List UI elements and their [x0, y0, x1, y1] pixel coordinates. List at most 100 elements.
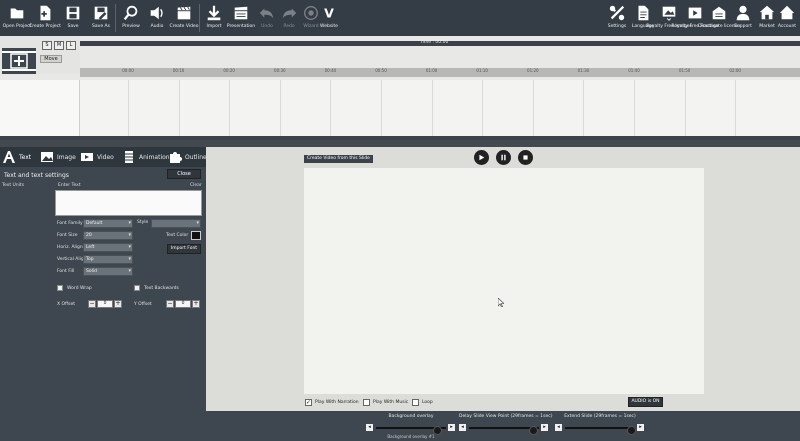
open-project-button[interactable]: Open Project	[2, 2, 32, 34]
horiz-align-label: Horiz. Align	[57, 245, 83, 250]
track-grid-line	[431, 80, 433, 136]
audio-toggle-button[interactable]: AUDIO is ON	[628, 397, 663, 407]
move-button[interactable]: Move	[40, 55, 62, 63]
y-offset-input[interactable]: 0	[175, 300, 191, 308]
horiz-align-select[interactable]: Left	[83, 243, 133, 252]
zoom-large-button[interactable]: L	[66, 41, 76, 50]
text-input[interactable]	[55, 190, 202, 216]
download-icon	[207, 5, 221, 21]
x-offset-decrement[interactable]: −	[88, 300, 96, 308]
main-toolbar: Open Project Create Project Save Save As…	[0, 0, 800, 36]
slider-right-arrow-icon[interactable]: ▸	[448, 424, 455, 431]
audio-button[interactable]: Audio	[142, 2, 172, 34]
import-button[interactable]: Import	[199, 2, 229, 34]
clapper-icon	[177, 6, 191, 20]
play-button[interactable]	[474, 150, 489, 165]
slider-left-arrow-icon[interactable]: ◂	[555, 424, 562, 431]
save-as-icon	[94, 6, 108, 20]
tools-icon	[609, 5, 625, 21]
close-button[interactable]: Close	[167, 169, 201, 179]
timeline-time-readout: Time : 00:00	[420, 40, 449, 45]
background-overlay-title: Background overlay	[388, 414, 434, 419]
timeline-ruler[interactable]: 00:00 00:10 00:20 00:30 00:40 00:50 01:00 01:10…	[80, 68, 800, 77]
background-overlay-slider[interactable]: ◂ ▸	[366, 424, 456, 435]
slider-thumb[interactable]	[529, 426, 538, 435]
play-with-music-checkbox[interactable]	[363, 399, 370, 406]
create-video-button[interactable]: Create Video	[169, 2, 199, 34]
account-label: Account	[777, 24, 797, 29]
track-grid-line	[279, 80, 281, 136]
x-offset-increment[interactable]: +	[114, 300, 122, 308]
vertical-align-select[interactable]: Top	[83, 255, 133, 264]
pause-button[interactable]	[496, 150, 511, 165]
support-person-icon	[736, 5, 750, 21]
panel-divider[interactable]	[0, 140, 800, 147]
font-fill-select[interactable]: Solid	[83, 267, 133, 276]
track-grid-line	[128, 80, 129, 136]
loop-checkbox[interactable]	[412, 399, 419, 406]
x-offset-input[interactable]: 0	[97, 300, 113, 308]
save-icon	[66, 6, 80, 20]
delay-slide-title: Delay Slide View Point (29frames = 1sec)	[459, 414, 553, 419]
slider-thumb[interactable]	[627, 426, 636, 435]
tab-image[interactable]: Image	[40, 149, 76, 165]
speaker-icon	[150, 6, 163, 20]
word-wrap-checkbox[interactable]	[57, 285, 63, 291]
timeline-panel: S M L Move Time : 00:00 00:00 00:10 00:20 0…	[0, 36, 800, 140]
stop-button[interactable]	[518, 150, 533, 165]
text-backwards-checkbox[interactable]	[134, 285, 140, 291]
slider-right-arrow-icon[interactable]: ▸	[541, 424, 548, 431]
y-offset-increment[interactable]: +	[192, 300, 200, 308]
track-header	[0, 80, 80, 136]
slider-track[interactable]	[376, 426, 446, 435]
ruler-tick-label: 00:50	[375, 68, 387, 73]
font-size-label: Font Size	[57, 233, 78, 238]
slider-right-arrow-icon[interactable]: ▸	[637, 424, 644, 431]
account-button[interactable]: Account	[775, 2, 799, 34]
track-grid-line	[381, 80, 382, 136]
zoom-small-button[interactable]: S	[42, 41, 52, 50]
tab-animation[interactable]: Animation	[122, 149, 170, 165]
slider-track[interactable]	[565, 426, 636, 435]
slide-canvas[interactable]	[304, 168, 704, 394]
background-overlay-control: Background overlay ◂ ▸ Background overla…	[366, 414, 456, 440]
zoom-medium-button[interactable]: M	[54, 41, 64, 50]
track-grid-line	[330, 80, 332, 136]
ruler-tick-label: 02:00	[729, 68, 741, 73]
slider-left-arrow-icon[interactable]: ◂	[366, 424, 373, 431]
tab-video[interactable]: Video	[80, 149, 114, 165]
font-size-select[interactable]: 20	[83, 231, 133, 240]
tab-text[interactable]: Text	[2, 149, 31, 165]
ruler-tick-label: 00:00	[122, 68, 134, 73]
play-with-narration-checkbox[interactable]: ✓	[305, 399, 312, 406]
delay-slide-slider[interactable]: ◂ ▸	[459, 424, 549, 435]
style-select[interactable]	[151, 219, 201, 228]
preview-area: Create Video from this Slide ✓ Play With…	[206, 147, 800, 411]
create-video-label: Create Video	[169, 24, 199, 29]
extend-slide-slider[interactable]: ◂ ▸	[555, 424, 645, 435]
slider-left-arrow-icon[interactable]: ◂	[459, 424, 466, 431]
store-icon	[759, 5, 775, 20]
save-button[interactable]: Save	[58, 2, 88, 34]
image-stack-icon	[662, 6, 676, 21]
website-button[interactable]: V Website	[314, 2, 344, 34]
timeline-track[interactable]	[80, 80, 800, 136]
tab-video-label: Video	[97, 153, 114, 161]
add-filmstrip-icon	[2, 51, 36, 71]
create-video-from-slide-button[interactable]: Create Video from this Slide	[304, 155, 373, 163]
create-project-button[interactable]: Create Project	[29, 2, 61, 34]
slider-track[interactable]	[469, 426, 539, 435]
text-color-swatch[interactable]	[191, 231, 201, 240]
y-offset-decrement[interactable]: −	[166, 300, 174, 308]
support-label: Support	[734, 24, 752, 29]
audio-label: Audio	[150, 24, 164, 29]
clear-link[interactable]: Clear	[190, 183, 202, 188]
track-grid-line	[684, 80, 686, 136]
tab-outline[interactable]: Outline	[168, 149, 207, 165]
new-project-icon	[40, 5, 51, 21]
save-as-button[interactable]: Save As	[86, 2, 116, 34]
add-slide-button[interactable]	[2, 48, 36, 74]
import-font-button[interactable]: Import Font	[167, 244, 201, 254]
text-backwards-label: Text Backwards	[144, 286, 179, 291]
font-family-select[interactable]: Default	[83, 219, 133, 228]
